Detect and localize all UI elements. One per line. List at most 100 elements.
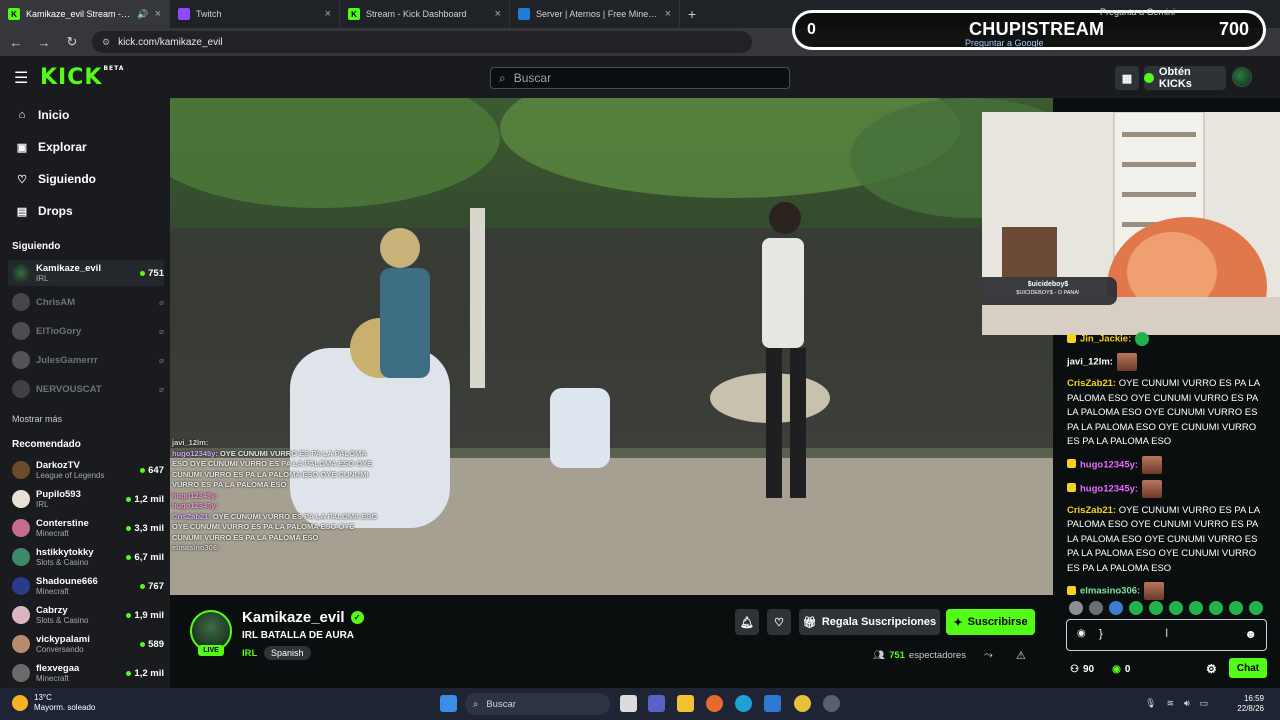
emote-icon[interactable] — [1109, 601, 1123, 615]
taskbar-search[interactable]: ⌕ Buscar — [465, 693, 610, 715]
forward-icon[interactable]: → — [36, 35, 52, 50]
teams-icon[interactable] — [648, 695, 665, 712]
close-tab-icon[interactable]: × — [665, 8, 671, 20]
sidebar-channel-flexvegaa[interactable]: flexvegaa Minecraft 1,2 mil — [8, 660, 164, 686]
volume-icon[interactable]: 🔊︎ — [1184, 698, 1190, 709]
clock-date: 22/8/26 — [1237, 704, 1264, 713]
url-bar[interactable]: ⚙ kick.com/kamikaze_evil — [92, 31, 752, 53]
notification-bell-button[interactable]: 🔔︎ — [735, 609, 759, 635]
sidebar-channel-vickypalami[interactable]: vickypalami Conversando 589 — [8, 631, 164, 657]
browser-tab-aternos[interactable]: Server | Aternos | Free Minecraf × — [510, 0, 680, 28]
site-info-icon[interactable]: ⚙ — [102, 37, 110, 48]
chat-username[interactable]: CrisZab21: — [1067, 505, 1116, 516]
menu-icon[interactable]: ☰ — [14, 68, 28, 88]
nav-browse[interactable]: ▣ Explorar — [16, 140, 87, 154]
browser-tab-kick-dashboard[interactable]: K Stream - Kick Dashboard × — [340, 0, 510, 28]
points-icon[interactable]: ⚇ — [1070, 664, 1079, 675]
emoji-picker-icon[interactable]: ☻ — [1244, 627, 1257, 641]
emote-icon[interactable] — [1249, 601, 1263, 615]
audio-icon[interactable]: 🔊 — [137, 9, 148, 20]
sidebar-channel-nervouscat[interactable]: NERVOUSCAT ⌀ — [8, 376, 164, 402]
nav-drops[interactable]: ▤ Drops — [16, 204, 73, 218]
firefox-icon[interactable] — [706, 695, 723, 712]
chrome-icon[interactable] — [794, 695, 811, 712]
sidebar-channel-darkoztv[interactable]: DarkozTV League of Legends 647 — [8, 457, 164, 483]
browser-tab-twitch[interactable]: Twitch × — [170, 0, 340, 28]
emote-icon[interactable] — [1229, 601, 1243, 615]
emote-icon[interactable] — [1209, 601, 1223, 615]
sidebar-channel-julesgamerrr[interactable]: JulesGamerrr ⌀ — [8, 347, 164, 373]
layout-icon[interactable]: ▦ — [1115, 66, 1139, 90]
obs-icon[interactable] — [823, 695, 840, 712]
share-icon[interactable]: ⤳ — [984, 649, 993, 662]
sidebar-channel-eltiogory[interactable]: ElTioGory ⌀ — [8, 318, 164, 344]
chat-mode-icon[interactable]: ◉ — [1077, 628, 1086, 639]
chat-username[interactable]: hugo12345y: — [1080, 459, 1138, 470]
chat-settings-icon[interactable]: ⚙ — [1206, 662, 1217, 676]
now-playing-song: $uicideboy$ — [1027, 281, 1069, 288]
sidebar-channel-chrisam[interactable]: ChrisAM ⌀ — [8, 289, 164, 315]
channel-name: Conterstine — [36, 518, 89, 529]
channel-name: Cabrzy — [36, 605, 68, 616]
emote-icon[interactable] — [1149, 601, 1163, 615]
close-tab-icon[interactable]: × — [495, 8, 501, 20]
sidebar-channel-shadoune666[interactable]: Shadoune666 Minecraft 767 — [8, 573, 164, 599]
show-more-link[interactable]: Mostrar más — [12, 414, 62, 424]
emote-icon[interactable] — [1169, 601, 1183, 615]
emote-icon[interactable] — [1189, 601, 1203, 615]
subscribe-button[interactable]: ✦ Suscribirse — [946, 609, 1035, 635]
sidebar-channel-conterstine[interactable]: Conterstine Minecraft 3,3 mil — [8, 515, 164, 541]
browser-tab-kick-stream[interactable]: K Kamikaze_evil Stream - Wat 🔊 × — [0, 0, 170, 28]
channel-category: IRL — [36, 500, 49, 509]
sidebar-channel-cabrzy[interactable]: Cabrzy Slots & Casino 1,9 mil — [8, 602, 164, 628]
battery-icon[interactable]: ▭ — [1200, 698, 1209, 709]
ask-gemini-text[interactable]: Pregunta a Gemini — [1100, 7, 1175, 17]
chat-username[interactable]: Jin_Jackie: — [1080, 334, 1131, 345]
search-input[interactable]: ⌕ Buscar — [490, 67, 790, 89]
start-icon[interactable] — [440, 695, 457, 712]
follow-button[interactable]: ♡ — [767, 609, 791, 635]
task-view-icon[interactable] — [620, 695, 637, 712]
close-tab-icon[interactable]: × — [155, 8, 161, 20]
weather-widget[interactable]: 13°C Mayorm. soleado — [12, 693, 95, 713]
reload-icon[interactable]: ↻ — [64, 34, 80, 50]
file-explorer-icon[interactable] — [677, 695, 694, 712]
get-kicks-button[interactable]: Obtén KICKs — [1144, 66, 1226, 90]
kicks-icon[interactable]: ◉ — [1112, 664, 1121, 675]
chat-username[interactable]: elmasino306: — [1080, 586, 1140, 597]
emote-icon[interactable] — [1069, 601, 1083, 615]
drops-icon: ▤ — [16, 205, 28, 218]
close-tab-icon[interactable]: × — [325, 8, 331, 20]
nav-home[interactable]: ⌂ Inicio — [16, 108, 70, 122]
emote-icon[interactable] — [1129, 601, 1143, 615]
live-dot-icon — [126, 554, 132, 560]
report-icon[interactable]: ⚠ — [1016, 649, 1026, 662]
chat-input[interactable]: ◉ } I ☻ — [1066, 619, 1267, 651]
sidebar-channel-hstikkytokky[interactable]: hstikkytokky Slots & Casino 6,7 mil — [8, 544, 164, 570]
ask-google-text[interactable]: Preguntar a Google — [965, 38, 1044, 48]
back-icon[interactable]: ← — [8, 35, 24, 50]
stream-title: IRL BATALLA DE AURA — [242, 630, 355, 641]
kick-logo[interactable]: KICKBETA — [40, 65, 124, 90]
language-tag[interactable]: Spanish — [264, 646, 311, 660]
stream-category-link[interactable]: IRL — [242, 648, 257, 659]
clock[interactable]: 16:59 22/8/26 — [1237, 694, 1264, 714]
chat-username[interactable]: hugo12345y: — [1080, 483, 1138, 494]
send-chat-button[interactable]: Chat — [1229, 658, 1267, 678]
gift-subs-button[interactable]: 🎁︎ Regala Suscripciones — [799, 609, 940, 635]
wifi-icon[interactable]: ≋ — [1166, 698, 1174, 709]
user-avatar[interactable] — [1232, 67, 1252, 87]
mail-icon[interactable] — [764, 695, 781, 712]
emote-icon[interactable] — [1089, 601, 1103, 615]
streamer-name[interactable]: Kamikaze_evil ✓ — [242, 609, 364, 626]
new-tab-button[interactable]: + — [680, 0, 704, 28]
chat-username[interactable]: CrisZab21: — [1067, 378, 1116, 389]
chat-username[interactable]: javi_12lm: — [1067, 357, 1113, 368]
video-player[interactable]: javi_12lm: hugo12345y: OYE CUNUMI VURRO … — [170, 98, 1053, 595]
bell-icon: 🔔︎ — [740, 616, 754, 629]
microphone-icon[interactable]: 🎙︎ — [1145, 698, 1156, 709]
edge-icon[interactable] — [735, 695, 752, 712]
nav-following[interactable]: ♡ Siguiendo — [16, 172, 96, 186]
sidebar-channel-pupilo593[interactable]: Pupilo593 IRL 1,2 mil — [8, 486, 164, 512]
sidebar-channel-kamikaze[interactable]: Kamikaze_evil IRL 751 — [8, 260, 164, 286]
